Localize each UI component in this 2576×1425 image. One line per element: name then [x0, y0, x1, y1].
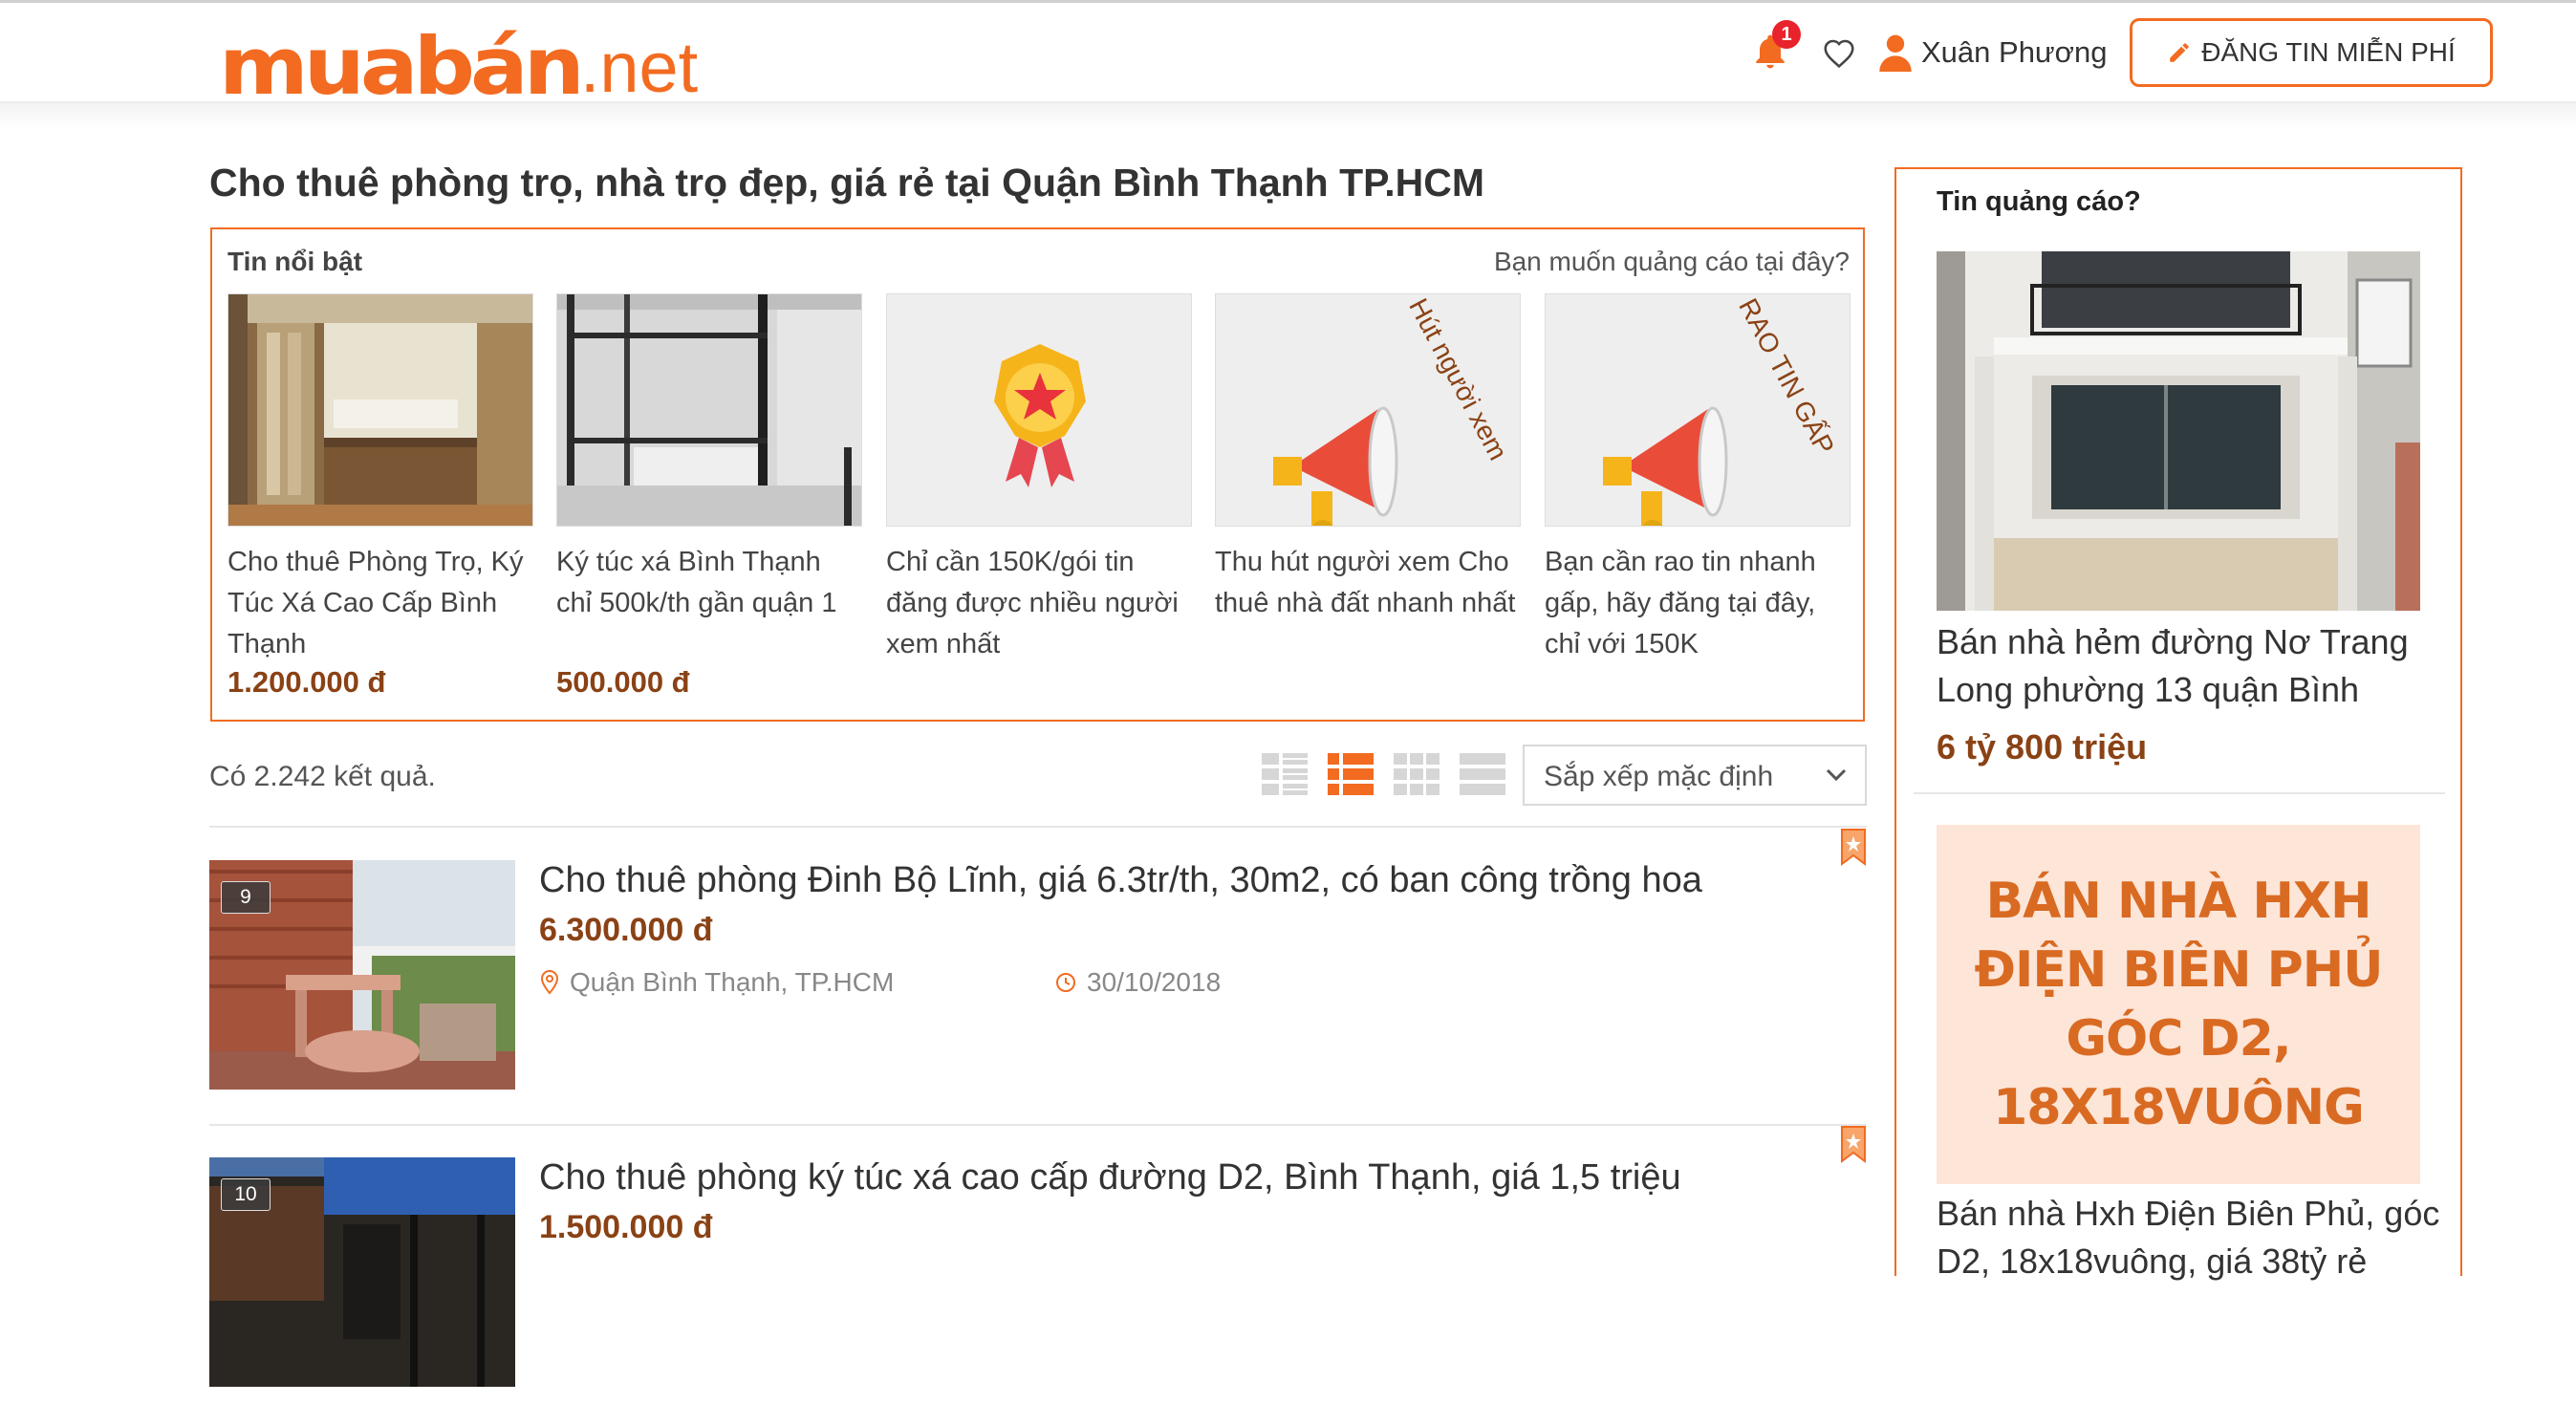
logo-domain: .net — [579, 28, 699, 107]
megaphone-icon: Hút người xem — [1273, 294, 1513, 526]
post-button-label: ĐĂNG TIN MIỄN PHÍ — [2201, 37, 2456, 67]
featured-listings-box: Tin nổi bật Bạn muốn quảng cáo tại đây? … — [210, 227, 1865, 722]
grid-view-icon[interactable] — [1392, 749, 1441, 799]
sidebar-ad-image[interactable] — [1937, 251, 2420, 611]
sidebar-ads: Tin quảng cáo? Bán nhà hẻm đường Nơ Tran… — [1894, 167, 2462, 1281]
list-view-icon[interactable] — [1326, 749, 1375, 799]
featured-image-text: Hút người xem — [1403, 294, 1513, 464]
featured-item-image[interactable]: Hút người xem — [1215, 293, 1521, 527]
clock-icon — [1056, 973, 1075, 992]
featured-item-title[interactable]: Bạn cần rao tin nhanh gấp, hãy đăng tại … — [1545, 542, 1851, 665]
post-free-listing-button[interactable]: ĐĂNG TIN MIỄN PHÍ — [2130, 18, 2493, 87]
location-pin-icon — [540, 969, 559, 995]
logo-wordmark: muabán — [219, 20, 585, 113]
bookmark-icon[interactable] — [1840, 1125, 1867, 1163]
page-title: Cho thuê phòng trọ, nhà trọ đẹp, giá rẻ … — [209, 161, 1484, 205]
featured-item-price: 500.000 đ — [556, 665, 690, 699]
sort-selected-value: Sắp xếp mặc định — [1544, 761, 1774, 792]
townhouse-facade-photo — [1937, 251, 2420, 611]
metal-bunk-beds-photo — [557, 294, 861, 526]
listing-divider — [209, 1124, 1867, 1126]
compact-view-icon[interactable] — [1458, 749, 1507, 799]
featured-item[interactable]: RAO TIN GẤP Bạn cần rao tin nhanh gấp, h… — [1545, 293, 1851, 665]
notification-count-badge: 1 — [1772, 20, 1801, 49]
listing-divider — [209, 826, 1867, 828]
listing-date-text: 30/10/2018 — [1087, 967, 1222, 997]
sidebar-ad-title[interactable]: Bán nhà Hxh Điện Biên Phủ, góc D2, 18x18… — [1937, 1190, 2453, 1285]
site-header: muabán.net 1 Xuân Phương ĐĂNG TIN MIỄN P… — [0, 3, 2576, 113]
listing-title[interactable]: Cho thuê phòng Đinh Bộ Lĩnh, giá 6.3tr/t… — [539, 860, 1702, 901]
chevron-down-icon — [1826, 768, 1847, 782]
featured-item-image[interactable] — [227, 293, 533, 527]
featured-item-title[interactable]: Ký túc xá Bình Thạnh chỉ 500k/th gần quậ… — [556, 542, 862, 624]
listing-location: Quận Bình Thạnh, TP.HCM — [539, 967, 894, 998]
sort-dropdown[interactable]: Sắp xếp mặc định — [1523, 745, 1867, 806]
advertise-here-link[interactable]: Bạn muốn quảng cáo tại đây? — [1494, 247, 1850, 277]
featured-item-title[interactable]: Thu hút người xem Cho thuê nhà đất nhanh… — [1215, 542, 1521, 624]
featured-item-price: 1.200.000 đ — [227, 665, 386, 699]
sidebar-ad-title[interactable]: Bán nhà hẻm đường Nơ Trang Long phường 1… — [1937, 618, 2434, 714]
sidebar-divider — [1914, 792, 2445, 794]
listing-row[interactable]: 10 Cho thuê phòng ký túc xá cao cấp đườn… — [209, 1126, 1867, 1425]
pencil-icon — [2170, 43, 2189, 62]
site-logo[interactable]: muabán.net — [219, 12, 698, 113]
featured-item-image[interactable]: RAO TIN GẤP — [1545, 293, 1851, 527]
featured-item[interactable]: Chỉ cần 150K/gói tin đăng được nhiều ngư… — [886, 293, 1192, 665]
header-shadow — [0, 103, 2576, 130]
listing-price: 6.300.000 đ — [539, 912, 713, 948]
sidebar-banner-text: BÁN NHÀ HXH ĐIỆN BIÊN PHỦ GÓC D2, 18X18V… — [1974, 873, 2383, 1136]
sidebar-heading: Tin quảng cáo? — [1937, 186, 2141, 217]
featured-item[interactable]: Hút người xem Thu hút người xem Cho thuê… — [1215, 293, 1521, 624]
featured-item-title[interactable]: Cho thuê Phòng Trọ, Ký Túc Xá Cao Cấp Bì… — [227, 542, 533, 665]
bookmark-icon[interactable] — [1840, 828, 1867, 866]
listing-price: 1.500.000 đ — [539, 1209, 713, 1245]
result-count: Có 2.242 kết quả. — [209, 761, 436, 792]
featured-image-text: RAO TIN GẤP — [1733, 294, 1840, 460]
listing-location-text: Quận Bình Thạnh, TP.HCM — [570, 967, 895, 997]
featured-item-image[interactable] — [886, 293, 1192, 527]
star-medal-icon — [994, 344, 1086, 487]
user-name-link[interactable]: Xuân Phương — [1921, 35, 2108, 70]
detail-view-icon[interactable] — [1260, 749, 1310, 799]
listing-title[interactable]: Cho thuê phòng ký túc xá cao cấp đường D… — [539, 1157, 1681, 1198]
user-avatar-icon[interactable] — [1879, 33, 1912, 72]
favorites-heart-icon[interactable] — [1820, 35, 1858, 72]
megaphone-icon: RAO TIN GẤP — [1603, 294, 1840, 526]
featured-item[interactable]: Cho thuê Phòng Trọ, Ký Túc Xá Cao Cấp Bì… — [227, 293, 533, 700]
dorm-bunk-beds-photo — [228, 294, 532, 526]
sidebar-ad-price: 6 tỷ 800 triệu — [1937, 727, 2148, 766]
sidebar-ad-banner[interactable]: BÁN NHÀ HXH ĐIỆN BIÊN PHỦ GÓC D2, 18X18V… — [1937, 825, 2420, 1184]
photo-count-badge: 10 — [221, 1178, 271, 1211]
featured-item[interactable]: Ký túc xá Bình Thạnh chỉ 500k/th gần quậ… — [556, 293, 862, 700]
featured-label: Tin nổi bật — [227, 247, 363, 276]
listing-row[interactable]: 9 Cho thuê phòng Đinh Bộ Lĩnh, giá 6.3tr… — [209, 829, 1867, 1128]
featured-item-title[interactable]: Chỉ cần 150K/gói tin đăng được nhiều ngư… — [886, 542, 1192, 665]
listing-thumbnail[interactable]: 10 — [209, 1157, 515, 1387]
listing-thumbnail[interactable]: 9 — [209, 860, 515, 1090]
photo-count-badge: 9 — [221, 881, 271, 914]
listing-date: 30/10/2018 — [1054, 967, 1221, 998]
featured-item-image[interactable] — [556, 293, 862, 527]
